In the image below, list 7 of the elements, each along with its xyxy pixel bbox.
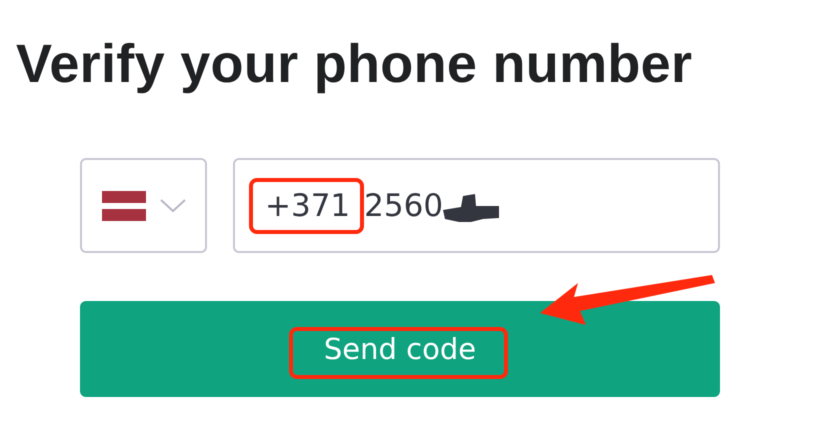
page-title: Verify your phone number xyxy=(16,33,694,96)
country-code: +371 xyxy=(265,188,350,224)
chevron-icon xyxy=(160,198,186,212)
phone-number: 2560 xyxy=(364,188,444,224)
phone-field[interactable]: +371 2560 xyxy=(233,158,720,253)
flag-icon xyxy=(102,190,146,220)
country-select[interactable] xyxy=(80,158,207,253)
